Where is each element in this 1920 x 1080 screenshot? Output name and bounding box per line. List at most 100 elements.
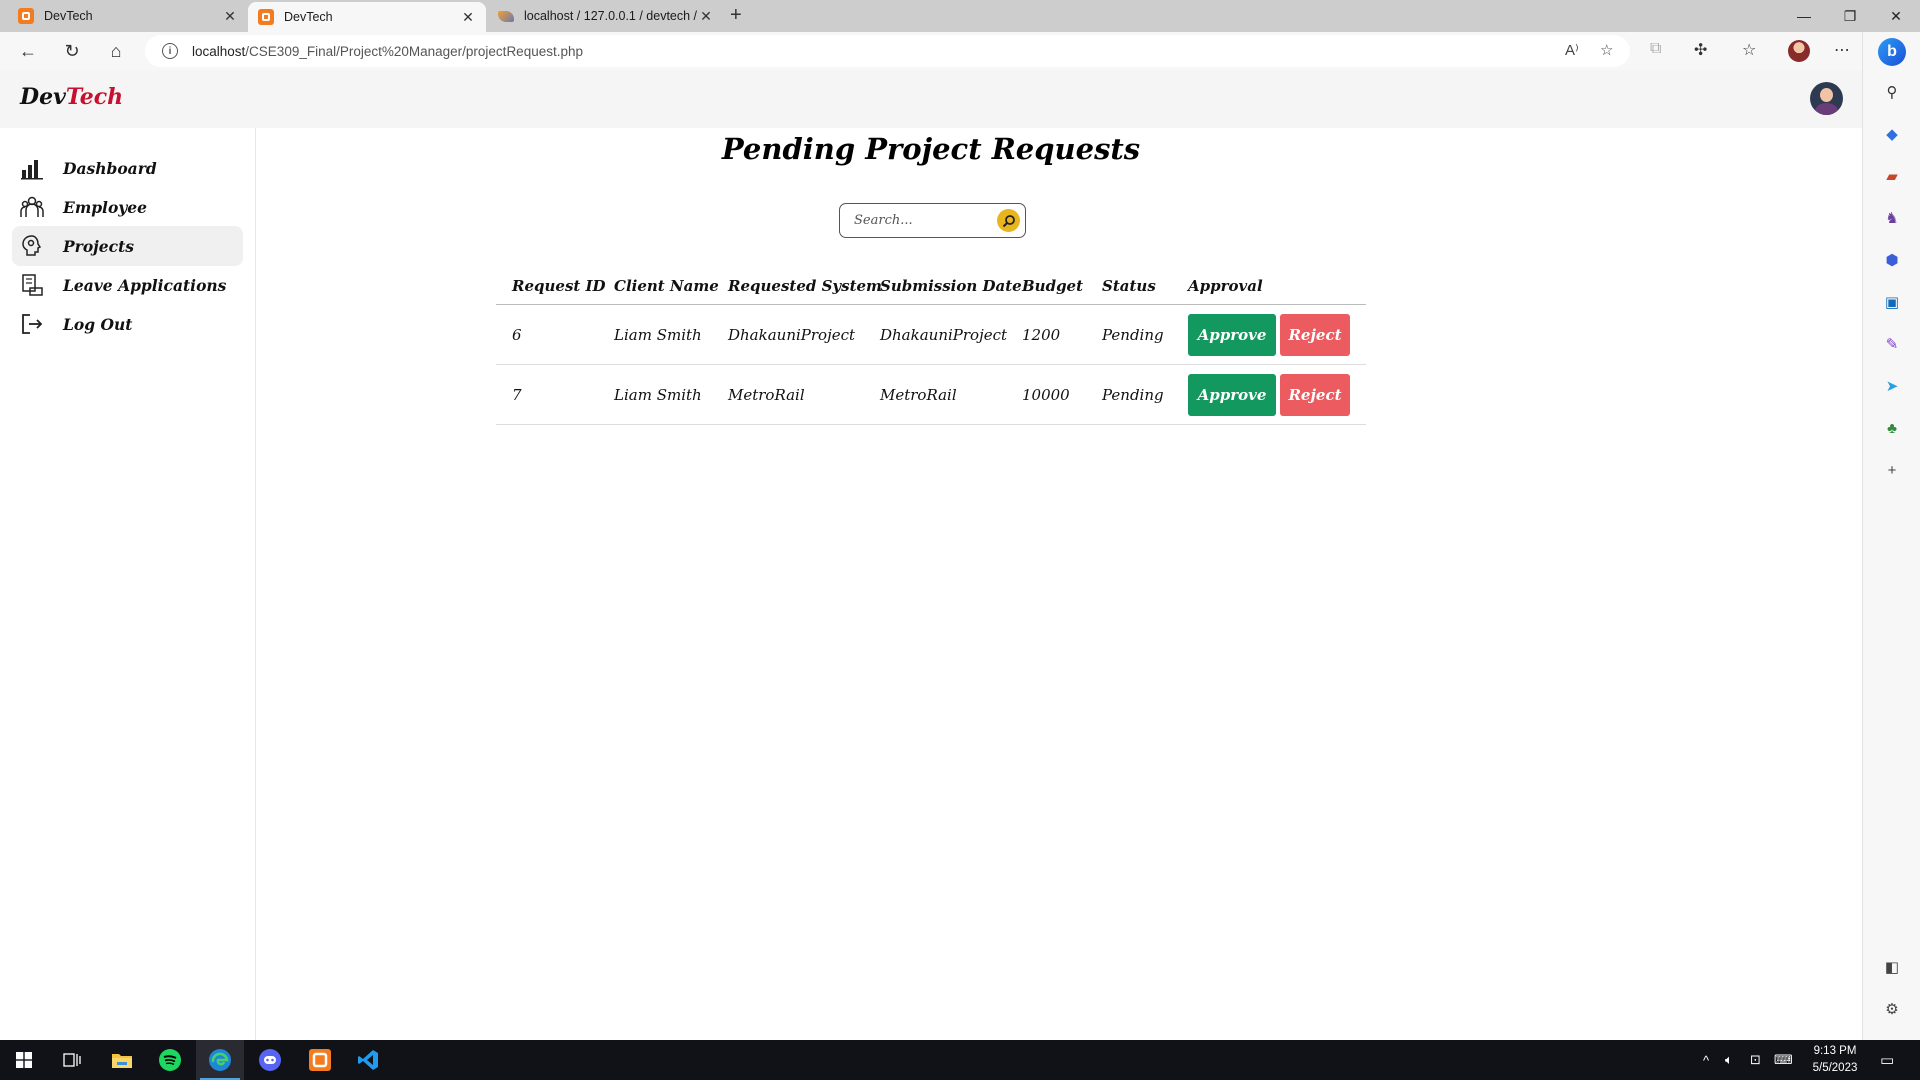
sidebar-item-dashboard[interactable]: Dashboard (12, 148, 243, 188)
tray-overflow-icon[interactable]: ^ (1703, 1040, 1709, 1080)
minimize-icon[interactable]: — (1781, 0, 1827, 32)
requested-system: MetroRail (728, 385, 805, 404)
search-button[interactable] (997, 209, 1020, 232)
xampp-icon[interactable] (296, 1040, 344, 1080)
windows-start-icon[interactable] (0, 1040, 48, 1080)
client-name: Liam Smith (614, 325, 702, 344)
reject-button[interactable]: Reject (1280, 373, 1350, 416)
page-title: Pending Project Requests (721, 132, 1141, 166)
taskbar-clock[interactable]: 9:13 PM 5/5/2023 (1800, 1043, 1870, 1077)
submission-date: MetroRail (880, 385, 957, 404)
sidebar-item-log-out[interactable]: Log Out (12, 304, 243, 344)
restore-icon[interactable]: ❐ (1827, 0, 1873, 32)
column-header: Submission Date (880, 277, 1022, 295)
tab-title: DevTech (284, 10, 333, 24)
close-icon[interactable]: ✕ (698, 8, 714, 25)
settings-icon[interactable]: ⚙ (1882, 999, 1902, 1019)
network-icon[interactable]: ⊡ (1750, 1040, 1761, 1080)
phpmyadmin-icon (498, 8, 514, 24)
projects-icon (19, 233, 45, 259)
requests-table: Request ID Client Name Requested System … (496, 268, 1366, 425)
vscode-icon[interactable] (344, 1040, 392, 1080)
user-avatar[interactable] (1810, 82, 1843, 115)
column-header: Approval (1188, 277, 1263, 295)
clock-time: 9:13 PM (1813, 1045, 1857, 1057)
browser-tab[interactable]: localhost / 127.0.0.1 / devtech / t ✕ (488, 0, 724, 32)
xampp-icon (18, 8, 34, 24)
tools-icon[interactable]: ▰ (1882, 166, 1902, 186)
search-icon[interactable]: ⚲ (1882, 82, 1902, 102)
read-aloud-icon[interactable]: A⁾ (1565, 41, 1579, 59)
sidebar-item-leave-applications[interactable]: Leave Applications (12, 265, 243, 305)
sidebar-toggle-icon[interactable]: ◧ (1882, 957, 1902, 977)
close-icon[interactable]: ✕ (460, 9, 476, 26)
status: Pending (1102, 325, 1164, 344)
sidebar-item-label: Log Out (63, 314, 133, 334)
favorites-icon[interactable]: ☆ (1742, 40, 1756, 60)
close-window-icon[interactable]: ✕ (1873, 0, 1919, 32)
column-header: Status (1102, 277, 1156, 295)
request-id: 7 (512, 385, 522, 404)
approval-actions: Approve Reject (1172, 313, 1366, 356)
browser-profile-icon[interactable] (1788, 40, 1810, 62)
refresh-icon[interactable]: ↻ (57, 36, 87, 66)
back-icon[interactable]: ← (13, 36, 43, 66)
edge-sidebar: b ⚲ ◆ ▰ ♞ ⬢ ▣ ✎ ➤ ♣ + ◧ ⚙ (1862, 32, 1920, 1040)
column-header: Budget (1022, 277, 1084, 295)
requested-system: DhakauniProject (728, 325, 856, 344)
browser-tab-active[interactable]: DevTech ✕ (248, 2, 486, 32)
clock-date: 5/5/2023 (1812, 1062, 1858, 1074)
bing-icon[interactable]: b (1878, 38, 1906, 66)
office-icon[interactable]: ⬢ (1882, 250, 1902, 270)
keyboard-icon[interactable]: ⌨ (1774, 1040, 1793, 1080)
sidebar-item-label: Dashboard (63, 158, 157, 178)
address-bar[interactable]: i localhost/CSE309_Final/Project%20Manag… (145, 35, 1630, 67)
outlook-icon[interactable]: ▣ (1882, 292, 1902, 312)
send-icon[interactable]: ➤ (1882, 376, 1902, 396)
file-explorer-icon[interactable] (98, 1040, 146, 1080)
approve-button[interactable]: Approve (1188, 313, 1276, 356)
new-tab-icon[interactable]: + (730, 4, 742, 27)
url-text[interactable]: localhost/CSE309_Final/Project%20Manager… (192, 44, 583, 59)
sidebar-item-employee[interactable]: Employee (12, 187, 243, 227)
add-favorite-icon[interactable]: ☆ (1600, 41, 1613, 59)
browser-tab[interactable]: DevTech ✕ (8, 0, 248, 32)
games-icon[interactable]: ♞ (1882, 208, 1902, 228)
avatar-body (1815, 103, 1838, 115)
sidebar-item-label: Projects (63, 236, 134, 256)
notifications-icon[interactable]: ▭ (1880, 1040, 1894, 1080)
spotify-icon[interactable] (146, 1040, 194, 1080)
more-options-icon[interactable]: ⋯ (1834, 40, 1850, 60)
sidebar-item-projects[interactable]: Projects (12, 226, 243, 266)
approve-button[interactable]: Approve (1188, 373, 1276, 416)
volume-icon[interactable]: 🔈︎ (1725, 1040, 1733, 1080)
split-screen-icon[interactable]: ⧉ (1650, 40, 1661, 58)
table-row: 7 Liam Smith MetroRail MetroRail 10000 P… (496, 365, 1366, 425)
search-input[interactable] (854, 213, 989, 228)
close-icon[interactable]: ✕ (222, 8, 238, 25)
info-icon[interactable]: i (162, 43, 178, 59)
status: Pending (1102, 385, 1164, 404)
edge-icon[interactable] (196, 1040, 244, 1080)
logout-icon (19, 311, 45, 337)
home-icon[interactable]: ⌂ (101, 36, 131, 66)
employee-icon (19, 194, 45, 220)
designer-icon[interactable]: ✎ (1882, 334, 1902, 354)
column-header: Request ID (512, 277, 606, 295)
extensions-icon[interactable]: ✣ (1694, 40, 1707, 60)
devtech-logo[interactable]: DevTech (20, 84, 123, 110)
browser-tab-strip: DevTech ✕ DevTech ✕ localhost / 127.0.0.… (0, 0, 1920, 32)
discord-icon[interactable] (246, 1040, 294, 1080)
url-host: localhost (192, 43, 246, 59)
tab-title: DevTech (44, 9, 93, 23)
add-icon[interactable]: + (1882, 460, 1902, 480)
task-view-icon[interactable] (48, 1040, 96, 1080)
logo-dev: Dev (20, 84, 66, 110)
shopping-icon[interactable]: ◆ (1882, 124, 1902, 144)
tree-icon[interactable]: ♣ (1882, 418, 1902, 438)
page-header: DevTech (0, 70, 1862, 128)
avatar-face (1820, 88, 1833, 102)
tab-title: localhost / 127.0.0.1 / devtech / t (524, 9, 698, 23)
table-row: 6 Liam Smith DhakauniProject DhakauniPro… (496, 305, 1366, 365)
reject-button[interactable]: Reject (1280, 313, 1350, 356)
